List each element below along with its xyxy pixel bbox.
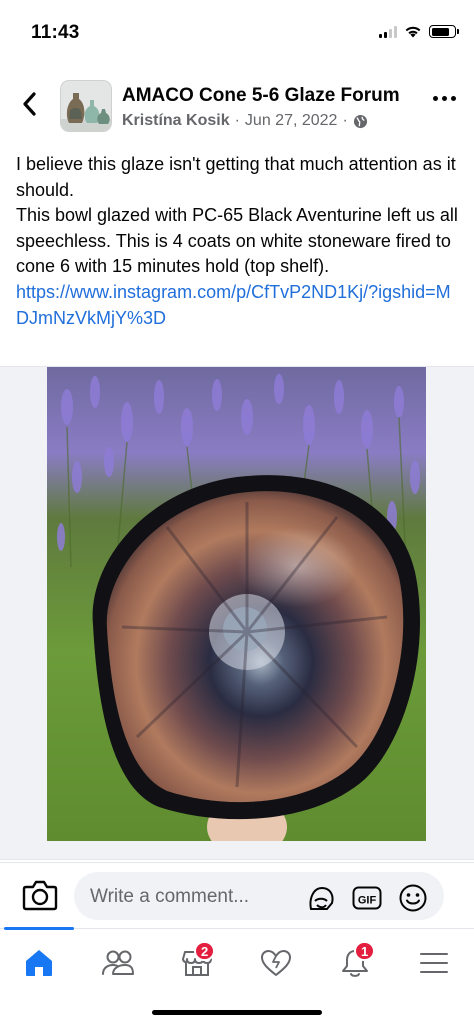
cellular-signal-icon	[379, 25, 397, 38]
meta-separator: ·	[234, 112, 240, 129]
comment-input[interactable]: Write a comment... GIF	[74, 872, 444, 920]
emoji-icon[interactable]	[398, 883, 428, 913]
home-indicator[interactable]	[152, 1010, 322, 1015]
more-dots-icon	[433, 96, 438, 101]
avatar-sticker-icon[interactable]	[306, 883, 336, 913]
photo-container	[0, 366, 474, 860]
back-button[interactable]	[14, 88, 46, 120]
status-icons	[379, 25, 459, 38]
camera-icon	[22, 880, 58, 911]
facebook-post-screen: 11:43 AMACO Cone 5-6 Glaze Forum Kristín…	[0, 0, 474, 1026]
author-name[interactable]: Kristína Kosik	[122, 112, 230, 130]
camera-button[interactable]	[22, 878, 58, 912]
globe-icon	[353, 114, 367, 128]
gif-icon[interactable]: GIF	[352, 883, 382, 913]
more-options-button[interactable]	[433, 96, 456, 101]
active-tab-indicator	[4, 927, 74, 930]
tab-menu[interactable]	[409, 941, 459, 985]
post-body: I believe this glaze isn't getting that …	[16, 152, 462, 331]
vases-photo	[61, 81, 111, 131]
wifi-icon	[405, 26, 421, 38]
glazed-bowl-photo	[47, 367, 426, 841]
group-avatar[interactable]	[60, 80, 112, 132]
post-photo[interactable]	[47, 367, 426, 841]
post-paragraph: I believe this glaze isn't getting that …	[16, 154, 456, 200]
comment-placeholder: Write a comment...	[90, 886, 250, 907]
menu-icon	[420, 953, 448, 973]
group-name[interactable]: AMACO Cone 5-6 Glaze Forum	[122, 85, 400, 107]
post-link[interactable]: https://www.instagram.com/p/CfTvP2ND1Kj/…	[16, 280, 462, 331]
meta-separator: ·	[342, 112, 348, 129]
notifications-badge: 1	[354, 941, 376, 961]
post-meta: Kristína Kosik · Jun 27, 2022 ·	[122, 112, 368, 130]
comment-bar: Write a comment... GIF	[0, 862, 474, 928]
tab-notifications[interactable]: 1	[330, 941, 380, 985]
status-bar: 11:43	[0, 0, 474, 70]
battery-icon	[429, 25, 459, 38]
chevron-left-icon	[23, 92, 36, 116]
post-paragraph: This bowl glazed with PC-65 Black Aventu…	[16, 205, 458, 277]
post-header: AMACO Cone 5-6 Glaze Forum Kristína Kosi…	[0, 76, 474, 138]
status-time: 11:43	[31, 22, 80, 43]
heart-icon	[261, 950, 291, 976]
tab-groups[interactable]	[93, 941, 143, 985]
gif-label: GIF	[358, 895, 377, 907]
tab-home[interactable]	[14, 941, 64, 985]
tab-marketplace[interactable]: 2	[172, 941, 222, 985]
post-date[interactable]: Jun 27, 2022	[245, 112, 338, 130]
marketplace-badge: 2	[194, 941, 216, 961]
home-icon	[26, 950, 52, 976]
people-icon	[102, 950, 134, 975]
tab-dating[interactable]	[251, 941, 301, 985]
